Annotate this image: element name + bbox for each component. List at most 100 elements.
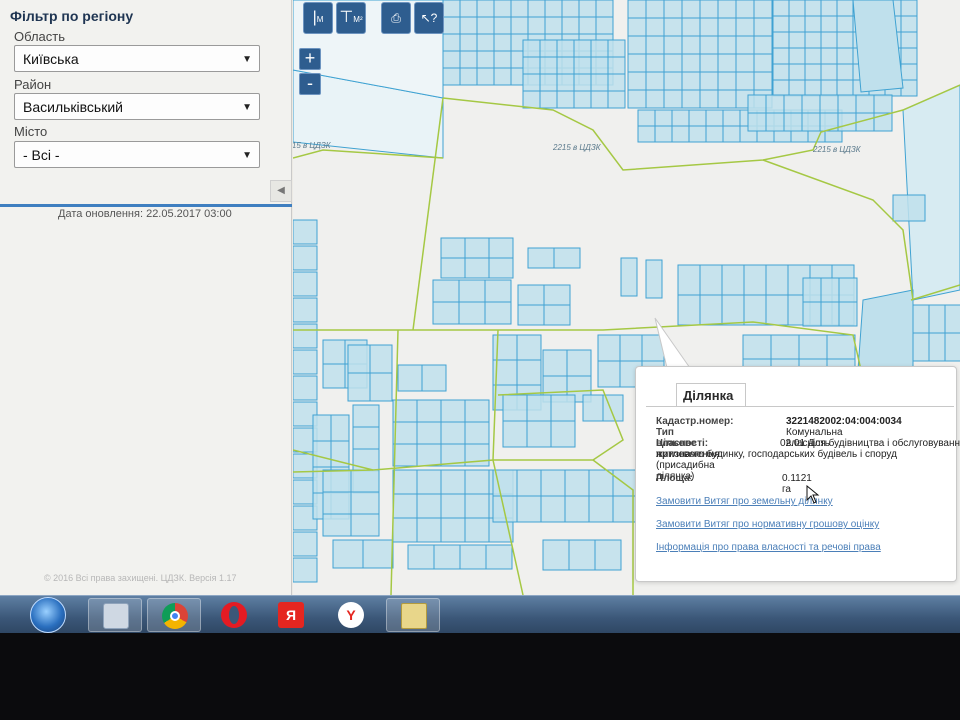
land-parcel bbox=[788, 0, 806, 17]
land-parcel bbox=[502, 420, 528, 448]
taskbar-item-yandex[interactable]: Я bbox=[264, 598, 318, 632]
land-parcel bbox=[553, 247, 581, 269]
taskbar-item-opera[interactable] bbox=[207, 598, 261, 632]
land-parcel bbox=[540, 495, 566, 523]
land-parcel bbox=[590, 90, 609, 109]
land-parcel bbox=[484, 279, 512, 303]
oblast-select[interactable]: Київська ▼ bbox=[14, 45, 260, 72]
land-parcel bbox=[516, 359, 542, 386]
land-parcel bbox=[820, 31, 838, 49]
land-parcel bbox=[493, 67, 512, 86]
land-parcel bbox=[464, 421, 490, 445]
identify-button[interactable]: ↖? bbox=[414, 2, 444, 34]
land-parcel bbox=[488, 237, 514, 259]
land-parcel bbox=[804, 47, 822, 65]
land-parcel bbox=[293, 323, 318, 349]
field-key: Кадастр.номер: bbox=[656, 416, 734, 427]
taskbar: Я Y bbox=[0, 595, 960, 633]
land-parcel bbox=[743, 264, 767, 296]
filter-title: Фільтр по регіону bbox=[10, 8, 134, 24]
land-parcel bbox=[476, 50, 495, 69]
land-parcel bbox=[607, 90, 626, 109]
land-parcel bbox=[788, 63, 806, 81]
land-parcel bbox=[735, 53, 755, 73]
land-parcel bbox=[322, 491, 352, 515]
land-parcel bbox=[804, 31, 822, 49]
land-parcel bbox=[645, 53, 665, 73]
land-parcel bbox=[804, 0, 822, 17]
land-parcel bbox=[293, 557, 318, 583]
misto-label: Місто bbox=[14, 124, 48, 139]
raion-select[interactable]: Васильківський ▼ bbox=[14, 93, 260, 120]
land-parcel bbox=[826, 334, 856, 360]
land-parcel bbox=[681, 71, 701, 91]
zoom-out-button[interactable]: - bbox=[299, 73, 321, 95]
land-parcel bbox=[517, 304, 545, 326]
land-parcel bbox=[293, 531, 318, 557]
land-parcel bbox=[688, 109, 707, 127]
land-parcel bbox=[542, 539, 570, 571]
land-parcel bbox=[801, 94, 821, 114]
land-parcel bbox=[619, 334, 643, 362]
start-button[interactable] bbox=[30, 597, 66, 633]
land-parcel bbox=[645, 35, 665, 55]
misto-select-value: - Всі - bbox=[23, 147, 60, 163]
tab-parcel[interactable]: Ділянка bbox=[676, 383, 746, 407]
land-parcel bbox=[516, 334, 542, 361]
ownership-info-link[interactable]: Інформація про права власності та речові… bbox=[656, 542, 881, 553]
land-parcel bbox=[721, 294, 745, 326]
land-parcel bbox=[510, 0, 529, 18]
measure-length-button[interactable]: |М bbox=[303, 2, 333, 34]
land-parcel bbox=[747, 94, 767, 114]
land-parcel bbox=[627, 17, 647, 37]
land-parcel bbox=[627, 89, 647, 109]
land-parcel bbox=[556, 73, 575, 92]
land-parcel bbox=[543, 284, 571, 306]
order-valuation-link[interactable]: Замовити Витяг про нормативну грошову оц… bbox=[656, 519, 879, 530]
land-parcel bbox=[293, 297, 318, 323]
land-parcel bbox=[747, 112, 767, 132]
land-parcel bbox=[440, 517, 466, 543]
land-parcel bbox=[802, 277, 822, 303]
taskbar-item-chrome[interactable] bbox=[147, 598, 201, 632]
land-parcel bbox=[788, 79, 806, 97]
taskbar-item-yandex-browser[interactable]: Y bbox=[324, 598, 378, 632]
misto-select[interactable]: - Всі - ▼ bbox=[14, 141, 260, 168]
land-parcel bbox=[485, 544, 513, 570]
land-parcel bbox=[820, 79, 838, 97]
print-button[interactable]: ⎙ bbox=[381, 2, 411, 34]
land-parcel bbox=[582, 394, 604, 422]
land-parcel bbox=[432, 301, 460, 325]
zoom-in-button[interactable]: + bbox=[299, 48, 321, 70]
land-parcel bbox=[699, 89, 719, 109]
land-parcel bbox=[721, 264, 745, 296]
land-parcel bbox=[722, 125, 741, 143]
land-parcel bbox=[912, 304, 930, 334]
land-parcel bbox=[772, 79, 790, 97]
land-parcel bbox=[900, 15, 918, 33]
collapse-panel-button[interactable]: ◀ bbox=[270, 180, 292, 202]
land-parcel bbox=[369, 344, 393, 374]
taskbar-item-explorer[interactable] bbox=[88, 598, 142, 632]
land-parcel bbox=[705, 109, 724, 127]
land-parcel bbox=[663, 89, 683, 109]
land-parcel bbox=[783, 112, 803, 132]
land-parcel bbox=[645, 71, 665, 91]
measure-area-button[interactable]: ⊤М² bbox=[336, 2, 366, 34]
area-ruler-icon: ⊤ bbox=[339, 9, 354, 26]
land-parcel bbox=[607, 73, 626, 92]
purpose-value: 02.01 Для будівництва і обслуговування bbox=[780, 438, 960, 449]
land-parcel bbox=[568, 539, 596, 571]
screen: Фільтр по регіону Область Київська ▼ Рай… bbox=[0, 0, 960, 595]
land-parcel bbox=[476, 67, 495, 86]
land-parcel bbox=[855, 94, 875, 114]
land-parcel bbox=[663, 53, 683, 73]
land-parcel bbox=[772, 0, 790, 17]
land-parcel bbox=[442, 67, 461, 86]
land-parcel bbox=[836, 47, 854, 65]
land-parcel bbox=[594, 539, 622, 571]
taskbar-item-folder[interactable] bbox=[386, 598, 440, 632]
land-parcel bbox=[735, 35, 755, 55]
land-parcel bbox=[772, 63, 790, 81]
land-parcel bbox=[772, 47, 790, 65]
